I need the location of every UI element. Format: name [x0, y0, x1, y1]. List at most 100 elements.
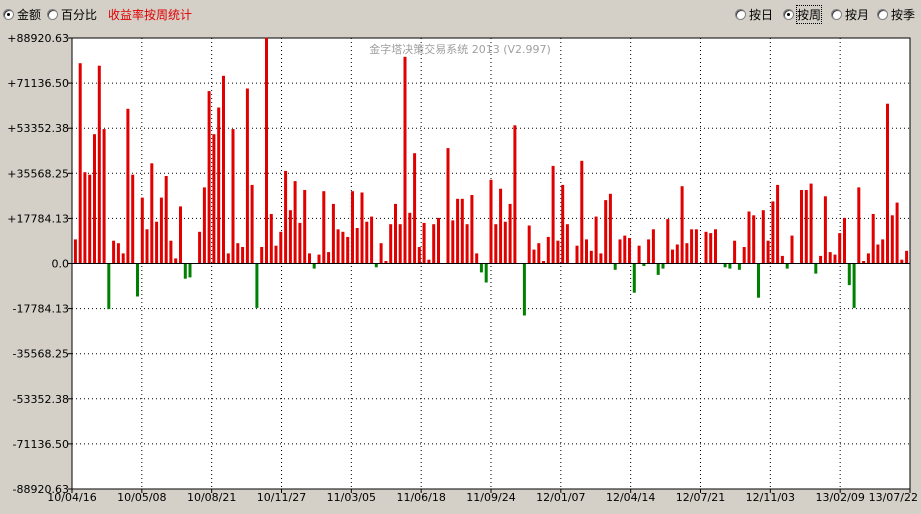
bar	[804, 190, 808, 264]
bar	[274, 245, 278, 264]
watermark: 金字塔决策交易系统 2013 (V2.997)	[369, 42, 551, 56]
radio-monthly-indicator[interactable]	[831, 8, 842, 20]
bar	[814, 263, 818, 274]
bar	[580, 160, 584, 264]
radio-amount-label: 金额	[17, 7, 42, 22]
bar	[317, 254, 321, 264]
bar	[575, 245, 579, 264]
bar	[709, 233, 713, 264]
bar	[198, 231, 202, 264]
x-tick-label: 10/04/16	[47, 491, 96, 504]
bar	[847, 263, 851, 286]
bar	[269, 214, 273, 264]
bar	[714, 229, 717, 264]
toolbar: 金额 百分比 收益率按周统计 按日 按周 按月 按季	[0, 0, 921, 28]
x-tick-label: 12/07/21	[676, 491, 725, 504]
bar	[179, 206, 182, 264]
bar	[594, 216, 598, 264]
bar	[666, 219, 670, 264]
bar	[742, 247, 746, 264]
bar	[800, 190, 803, 264]
bar	[140, 197, 144, 264]
bar	[843, 217, 846, 264]
bar	[351, 191, 354, 264]
bar	[494, 224, 498, 264]
bar	[475, 253, 479, 264]
bar	[107, 263, 111, 310]
bar	[522, 263, 526, 316]
bar	[585, 239, 588, 264]
bar	[374, 263, 378, 268]
bar	[322, 191, 326, 264]
x-tick-label: 10/05/08	[117, 491, 166, 504]
radio-monthly-label: 按月	[845, 7, 870, 22]
bar	[637, 245, 641, 264]
bar	[451, 220, 455, 264]
x-tick-label: 11/06/18	[396, 491, 445, 504]
bar	[456, 198, 460, 264]
bar	[427, 259, 431, 264]
bar	[312, 263, 316, 269]
bar	[508, 203, 512, 264]
radio-weekly-indicator[interactable]	[783, 8, 794, 20]
radio-weekly[interactable]: 按周	[783, 4, 823, 24]
radio-monthly[interactable]: 按月	[831, 6, 869, 22]
bar	[265, 37, 268, 264]
bar	[460, 198, 464, 264]
bar	[809, 183, 813, 264]
radio-percent[interactable]: 百分比	[47, 6, 97, 22]
radio-quarterly[interactable]: 按季	[877, 6, 915, 22]
bar	[341, 231, 345, 264]
bar	[656, 263, 660, 275]
bar	[499, 188, 503, 264]
radio-daily[interactable]: 按日	[735, 6, 773, 22]
radio-daily-indicator[interactable]	[735, 8, 746, 20]
bar	[150, 163, 154, 264]
y-tick-label: -71136.50	[13, 438, 69, 451]
bar	[159, 197, 163, 264]
bar	[126, 108, 130, 264]
bar	[83, 172, 87, 264]
bar	[394, 203, 397, 264]
bar	[489, 179, 493, 264]
bar	[288, 210, 292, 264]
bar	[255, 263, 259, 308]
bar	[546, 236, 550, 264]
bar	[446, 148, 450, 264]
x-tick-label: 11/09/24	[466, 491, 515, 504]
bar	[785, 263, 789, 269]
bar	[470, 195, 474, 264]
radio-percent-indicator[interactable]	[47, 8, 58, 20]
radio-amount[interactable]: 金额	[3, 6, 41, 22]
bar	[895, 202, 899, 264]
radio-quarterly-label: 按季	[891, 7, 916, 22]
bar	[403, 56, 407, 264]
bar	[694, 229, 698, 264]
bar	[241, 247, 245, 264]
bar	[398, 224, 402, 264]
radio-amount-indicator[interactable]	[3, 8, 14, 20]
bar	[207, 91, 211, 264]
bar	[647, 239, 651, 264]
bar	[346, 236, 350, 264]
bar	[308, 253, 311, 264]
bar	[360, 192, 364, 264]
x-tick-label: 13/07/22	[869, 491, 918, 504]
bar	[551, 165, 555, 264]
chart-caption: 收益率按周统计	[108, 8, 193, 22]
radio-quarterly-indicator[interactable]	[877, 8, 888, 20]
bar	[245, 88, 249, 264]
bar	[527, 225, 531, 264]
bar	[188, 263, 192, 278]
bar	[890, 215, 894, 264]
bar	[389, 224, 393, 264]
bar	[365, 221, 369, 264]
bar	[222, 75, 225, 264]
bar	[145, 229, 149, 264]
bar	[871, 214, 875, 264]
bar	[260, 247, 264, 264]
bar	[370, 216, 374, 264]
bar	[116, 243, 120, 264]
bar	[747, 211, 751, 264]
bar	[465, 224, 469, 264]
